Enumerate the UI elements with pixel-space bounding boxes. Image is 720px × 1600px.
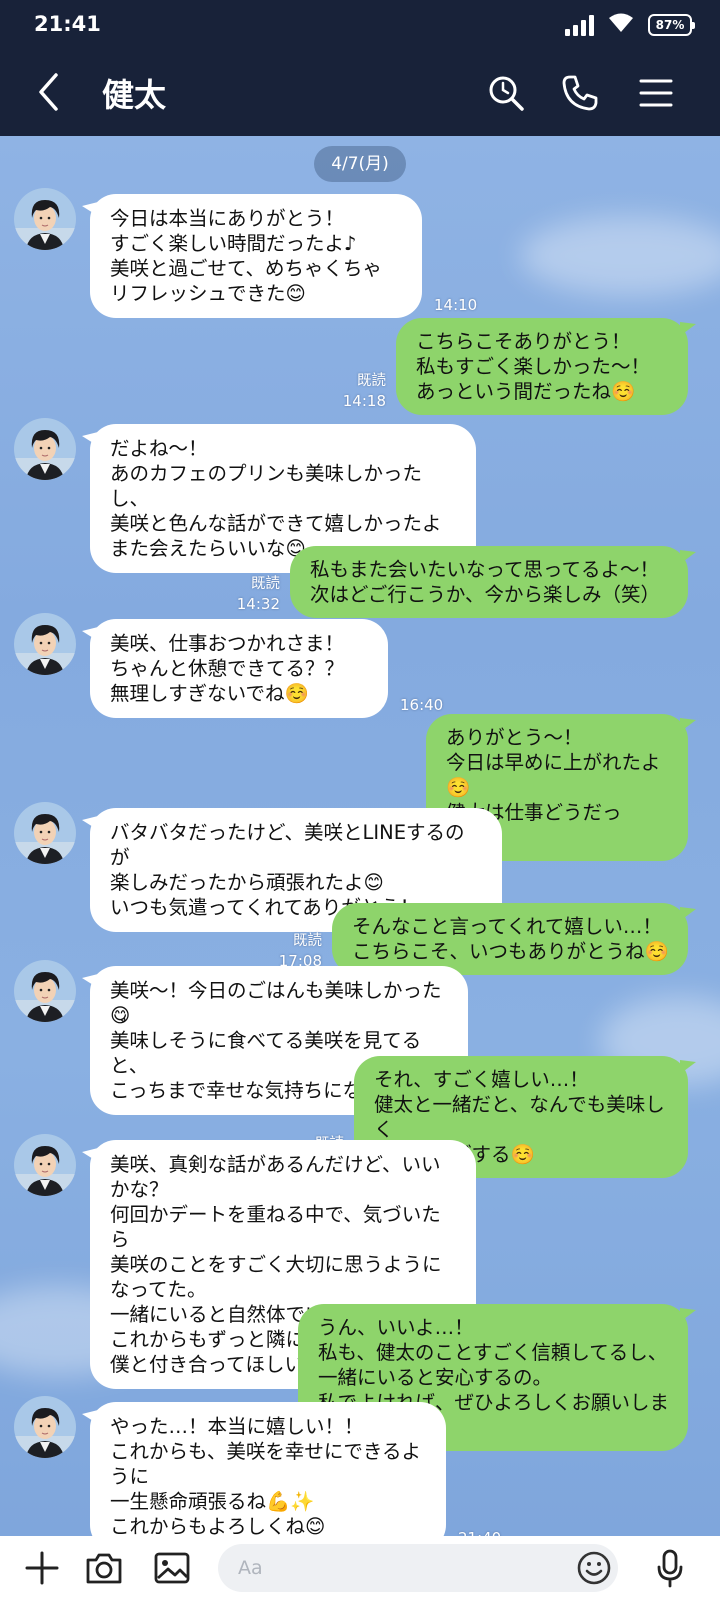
battery-level: 87% [655,18,685,32]
message-time: 14:32 [236,595,280,613]
message-input-bar [0,1536,720,1600]
search-icon [489,76,524,111]
contact-avatar[interactable] [14,1396,76,1458]
message-bubble[interactable]: 私もまた会いたいなって思ってるよ〜！ 次はどご行こうか、今から楽しみ（笑） [290,546,688,618]
status-bar: 21:41 87% [0,0,720,50]
message-time: 21:40 [458,1529,501,1536]
message-time: 16:40 [400,696,444,714]
bubble-tail [82,432,98,448]
contact-avatar[interactable] [14,802,76,864]
cellular-signal-icon [565,14,594,36]
chevron-left-icon [39,73,58,111]
date-separator: 4/7(月) [314,146,406,182]
wifi-icon [608,12,634,38]
smiley-icon [577,1551,611,1585]
contact-avatar[interactable] [14,960,76,1022]
search-button[interactable] [482,69,530,117]
hamburger-menu-icon [639,79,673,107]
emoji-button[interactable] [570,1544,618,1592]
bubble-tail [680,550,696,566]
add-button[interactable] [18,1544,66,1592]
gallery-button[interactable] [148,1544,196,1592]
bubble-tail [82,974,98,990]
image-icon [154,1552,190,1584]
camera-button[interactable] [80,1544,128,1592]
bubble-tail [680,322,696,338]
message-meta: 既読 14:32 [237,574,280,615]
back-button[interactable] [28,70,68,114]
message-time: 14:18 [342,392,386,410]
message-bubble[interactable]: 美咲、仕事おつかれさま！ ちゃんと休憩できてる？？ 無理しすぎないでね☺️ [90,619,388,718]
battery-icon: 87% [648,14,695,36]
menu-button[interactable] [632,69,680,117]
bubble-tail [82,816,98,832]
status-icons: 87% [565,12,695,38]
read-receipt: 既読 [357,373,386,389]
voice-button[interactable] [646,1544,694,1592]
message-time: 14:10 [434,296,478,314]
message-bubble[interactable]: やった…！本当に嬉しい！！ これからも、美咲を幸せにできるように 一生懸命頑張る… [90,1402,446,1536]
chat-header: 健太 [0,50,720,136]
contact-avatar[interactable] [14,418,76,480]
bubble-tail [82,627,98,643]
message-input[interactable] [218,1544,618,1592]
call-button[interactable] [556,69,604,117]
message-bubble[interactable]: そんなこと言ってくれて嬉しい…！ こちらこそ、いつもありがとうね☺️ [332,903,688,975]
bubble-tail [680,1060,696,1076]
message-meta: 既読 14:18 [343,371,386,412]
bubble-tail [680,718,696,734]
bubble-tail [680,1308,696,1324]
contact-avatar[interactable] [14,188,76,250]
read-receipt: 既読 [293,933,322,949]
message-bubble[interactable]: 今日は本当にありがとう！ すごく楽しい時間だったよ♪ 美咲と過ごせて、めちゃくち… [90,194,422,318]
plus-icon [25,1551,59,1585]
status-time: 21:41 [34,12,101,36]
bubble-tail [82,202,98,218]
chat-title: 健太 [102,76,167,114]
chat-area[interactable]: 4/7(月) 今日は本当にありがとう！ すごく楽しい時間だったよ♪ 美咲と過ごせ… [0,136,720,1536]
contact-avatar[interactable] [14,1134,76,1196]
background-cloud [520,216,720,296]
phone-icon [562,75,598,111]
read-receipt: 既読 [251,576,280,592]
contact-avatar[interactable] [14,613,76,675]
bubble-tail [82,1410,98,1426]
bubble-tail [680,907,696,923]
microphone-icon [657,1549,683,1588]
camera-icon [86,1553,122,1584]
bubble-tail [82,1148,98,1164]
message-bubble[interactable]: こちらこそありがとう！ 私もすごく楽しかった〜！ あっという間だったね☺️ [396,318,688,415]
